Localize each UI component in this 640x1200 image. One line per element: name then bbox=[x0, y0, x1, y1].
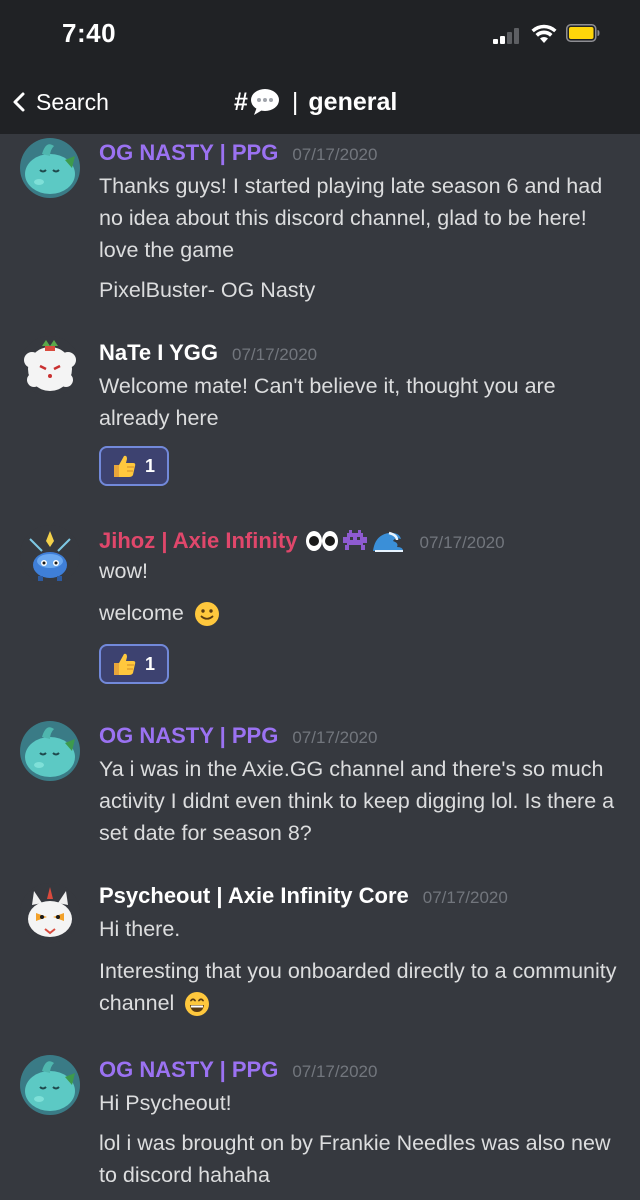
axie-avatar-bug bbox=[20, 525, 80, 585]
message-text: Ya i was in the Axie.GG channel and ther… bbox=[99, 757, 615, 845]
message-text: lol i was brought on by Frankie Needles … bbox=[99, 1131, 611, 1187]
channel-hash: # bbox=[234, 87, 248, 116]
chevron-left-icon bbox=[13, 92, 25, 112]
speech-bubble-icon bbox=[250, 89, 279, 115]
reaction-count: 1 bbox=[145, 653, 156, 674]
grinning-icon bbox=[185, 992, 210, 1017]
avatar[interactable] bbox=[20, 138, 80, 198]
avatar[interactable] bbox=[20, 883, 80, 943]
message-timestamp: 07/17/2020 bbox=[422, 888, 508, 907]
message-author[interactable]: OG NASTY | PPG bbox=[99, 1057, 278, 1083]
signal-strength-icon bbox=[493, 28, 523, 44]
wifi-icon bbox=[531, 24, 557, 43]
message-author[interactable]: OG NASTY | PPG bbox=[99, 140, 278, 166]
message-text: Interesting that you onboarded directly … bbox=[99, 955, 619, 1019]
axie-avatar-white bbox=[20, 336, 80, 396]
message-author[interactable]: OG NASTY | PPG bbox=[99, 723, 278, 749]
reaction-count: 1 bbox=[145, 455, 156, 476]
battery-icon bbox=[566, 24, 600, 42]
message-timestamp: 07/17/2020 bbox=[292, 728, 378, 747]
avatar[interactable] bbox=[20, 1055, 80, 1115]
message-timestamp: 07/17/2020 bbox=[419, 533, 505, 552]
message-author[interactable]: NaTe I YGG bbox=[99, 340, 218, 366]
reaction-button[interactable]: 1 bbox=[99, 446, 169, 486]
avatar[interactable] bbox=[20, 721, 80, 781]
navigation-bar: Search # | general bbox=[0, 70, 640, 134]
slight-smile-icon bbox=[194, 602, 219, 627]
channel-title[interactable]: # | general bbox=[234, 84, 397, 120]
axie-avatar-beast bbox=[20, 883, 80, 943]
message-text: Hi Psycheout! bbox=[99, 1091, 232, 1115]
status-time: 7:40 bbox=[62, 18, 117, 48]
message-text: Welcome mate! Can't believe it, thought … bbox=[99, 374, 556, 430]
channel-separator: | bbox=[291, 87, 299, 116]
reaction-button[interactable]: 1 bbox=[99, 644, 169, 684]
message-author[interactable]: Jihoz | Axie Infinity bbox=[99, 528, 297, 554]
space-invader-icon bbox=[343, 530, 368, 550]
axie-avatar-teal bbox=[20, 1055, 80, 1115]
message-timestamp: 07/17/2020 bbox=[292, 1062, 378, 1081]
message-author[interactable]: Psycheout | Axie Infinity Core bbox=[99, 883, 409, 909]
axie-avatar-teal bbox=[20, 138, 80, 198]
message-text: Thanks guys! I started playing late seas… bbox=[99, 174, 603, 262]
author-emojis bbox=[305, 529, 405, 553]
message-timestamp: 07/17/2020 bbox=[292, 145, 378, 164]
wave-icon bbox=[373, 531, 404, 552]
message-list[interactable]: OG NASTY | PPG 07/17/2020 Thanks guys! I… bbox=[0, 134, 640, 1200]
message-text: Hi there. bbox=[99, 917, 181, 941]
avatar[interactable] bbox=[20, 336, 80, 396]
status-bar: 7:40 bbox=[0, 0, 640, 70]
back-button[interactable]: Search bbox=[12, 84, 109, 120]
eyes-icon bbox=[306, 531, 339, 551]
message-text: PixelBuster- OG Nasty bbox=[99, 278, 316, 302]
back-button-label: Search bbox=[36, 88, 109, 115]
message-text-content: Interesting that you onboarded directly … bbox=[99, 959, 617, 1015]
axie-avatar-teal bbox=[20, 721, 80, 781]
message-text: wow! bbox=[99, 559, 148, 583]
message-text-content: welcome bbox=[99, 601, 184, 625]
message-timestamp: 07/17/2020 bbox=[232, 345, 318, 364]
message-text: welcome bbox=[99, 597, 619, 629]
channel-name: general bbox=[308, 87, 398, 116]
avatar[interactable] bbox=[20, 525, 80, 585]
thumbs-up-icon bbox=[114, 455, 136, 477]
thumbs-up-icon bbox=[114, 653, 136, 675]
